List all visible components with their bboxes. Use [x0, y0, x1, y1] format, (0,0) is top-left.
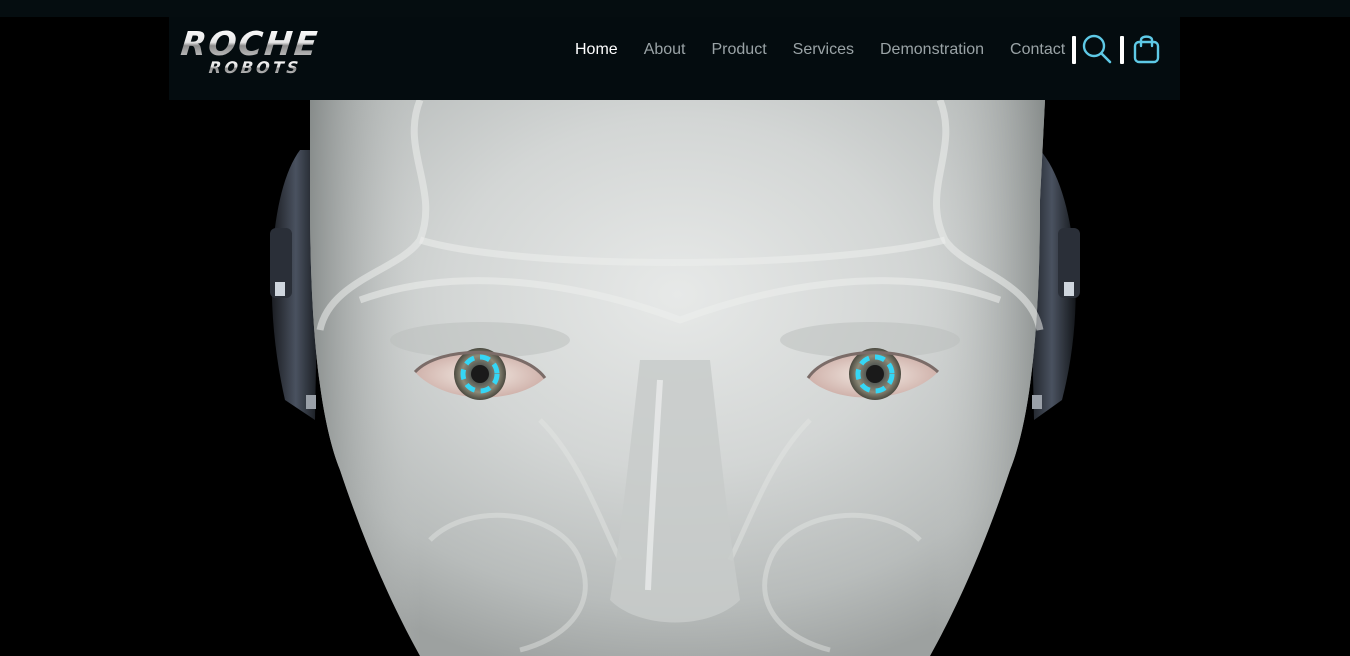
search-button[interactable]	[1080, 31, 1114, 67]
brand-logo[interactable]: ROCHE ROBOTS	[179, 24, 365, 77]
nav-item-product[interactable]: Product	[712, 41, 767, 59]
logo-line-2: ROBOTS	[208, 58, 340, 77]
nav-item-demonstration[interactable]: Demonstration	[880, 41, 984, 59]
nav-item-home[interactable]: Home	[575, 41, 618, 59]
navbar: ROCHE ROBOTS Home About Product Services…	[169, 17, 1180, 100]
nav-item-services[interactable]: Services	[793, 41, 854, 59]
logo-line-1: ROCHE	[179, 24, 365, 63]
nav-item-contact[interactable]: Contact	[1010, 41, 1065, 59]
cart-button[interactable]	[1130, 31, 1164, 67]
nav-divider	[1072, 36, 1076, 64]
nav-divider	[1120, 36, 1124, 64]
shopping-bag-icon	[1133, 35, 1160, 64]
main-nav: Home About Product Services Demonstratio…	[575, 17, 1065, 83]
nav-item-about[interactable]: About	[644, 41, 686, 59]
top-strip	[0, 0, 1350, 17]
search-icon	[1082, 34, 1112, 64]
